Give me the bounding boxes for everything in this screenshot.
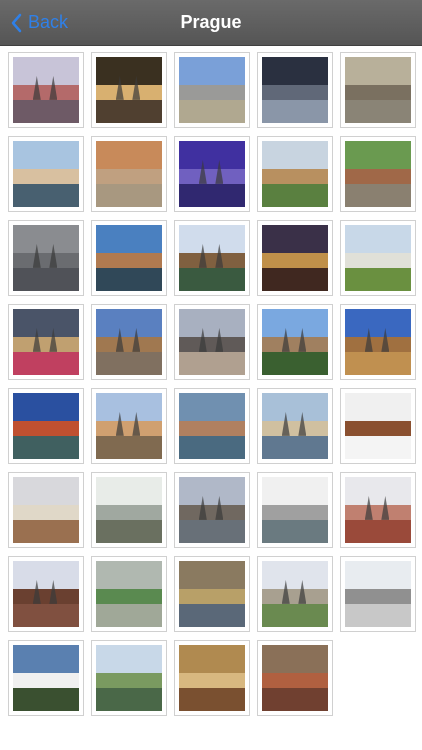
photo-image	[96, 141, 162, 207]
chevron-left-icon	[11, 13, 22, 32]
photo-thumbnail[interactable]	[8, 304, 84, 380]
photo-thumbnail[interactable]	[91, 388, 167, 464]
photo-image	[345, 57, 411, 123]
photo-thumbnail[interactable]	[8, 388, 84, 464]
photo-grid	[8, 52, 418, 716]
photo-thumbnail[interactable]	[340, 304, 416, 380]
photo-thumbnail[interactable]	[340, 136, 416, 212]
photo-thumbnail[interactable]	[257, 220, 333, 296]
photo-thumbnail[interactable]	[91, 472, 167, 548]
photo-image	[179, 57, 245, 123]
photo-image	[13, 225, 79, 291]
photo-thumbnail[interactable]	[257, 388, 333, 464]
photo-thumbnail[interactable]	[91, 556, 167, 632]
photo-image	[262, 57, 328, 123]
photo-image	[13, 645, 79, 711]
photo-thumbnail[interactable]	[174, 304, 250, 380]
photo-thumbnail[interactable]	[340, 472, 416, 548]
photo-image	[262, 645, 328, 711]
photo-image	[13, 561, 79, 627]
photo-image	[345, 141, 411, 207]
photo-image	[179, 141, 245, 207]
photo-image	[345, 561, 411, 627]
photo-image	[179, 645, 245, 711]
photo-image	[262, 141, 328, 207]
photo-thumbnail[interactable]	[91, 304, 167, 380]
photo-thumbnail[interactable]	[174, 640, 250, 716]
photo-image	[96, 561, 162, 627]
photo-image	[13, 141, 79, 207]
photo-image	[179, 309, 245, 375]
photo-image	[345, 393, 411, 459]
photo-thumbnail[interactable]	[8, 220, 84, 296]
photo-thumbnail[interactable]	[257, 640, 333, 716]
photo-image	[96, 309, 162, 375]
photo-thumbnail[interactable]	[340, 388, 416, 464]
photo-thumbnail[interactable]	[174, 136, 250, 212]
photo-image	[262, 309, 328, 375]
photo-thumbnail[interactable]	[91, 640, 167, 716]
photo-thumbnail[interactable]	[257, 52, 333, 128]
photo-image	[345, 477, 411, 543]
back-button[interactable]: Back	[10, 0, 68, 45]
photo-thumbnail[interactable]	[340, 220, 416, 296]
photo-thumbnail[interactable]	[257, 136, 333, 212]
photo-image	[13, 393, 79, 459]
photo-image	[262, 561, 328, 627]
photo-thumbnail[interactable]	[174, 388, 250, 464]
photo-image	[179, 393, 245, 459]
photo-image	[96, 645, 162, 711]
photo-thumbnail[interactable]	[174, 52, 250, 128]
photo-image	[13, 57, 79, 123]
photo-thumbnail[interactable]	[174, 556, 250, 632]
photo-image	[345, 309, 411, 375]
photo-thumbnail[interactable]	[8, 556, 84, 632]
photo-thumbnail[interactable]	[174, 472, 250, 548]
photo-thumbnail[interactable]	[91, 52, 167, 128]
photo-thumbnail[interactable]	[8, 640, 84, 716]
photo-image	[262, 393, 328, 459]
photo-thumbnail[interactable]	[8, 136, 84, 212]
photo-image	[96, 225, 162, 291]
photo-image	[179, 477, 245, 543]
photo-image	[179, 561, 245, 627]
photo-image	[13, 309, 79, 375]
photo-thumbnail[interactable]	[8, 52, 84, 128]
photo-thumbnail[interactable]	[8, 472, 84, 548]
photo-image	[96, 393, 162, 459]
photo-image	[96, 57, 162, 123]
photo-image	[96, 477, 162, 543]
photo-thumbnail[interactable]	[91, 136, 167, 212]
photo-image	[13, 477, 79, 543]
back-label: Back	[28, 12, 69, 32]
photo-thumbnail[interactable]	[340, 52, 416, 128]
photo-thumbnail[interactable]	[340, 556, 416, 632]
photo-thumbnail[interactable]	[174, 220, 250, 296]
photo-image	[179, 225, 245, 291]
photo-image	[345, 225, 411, 291]
photo-image	[262, 477, 328, 543]
photo-thumbnail[interactable]	[257, 472, 333, 548]
photo-thumbnail[interactable]	[91, 220, 167, 296]
photo-thumbnail[interactable]	[257, 556, 333, 632]
photo-thumbnail[interactable]	[257, 304, 333, 380]
navigation-bar: Back Prague	[0, 0, 422, 46]
photo-image	[262, 225, 328, 291]
